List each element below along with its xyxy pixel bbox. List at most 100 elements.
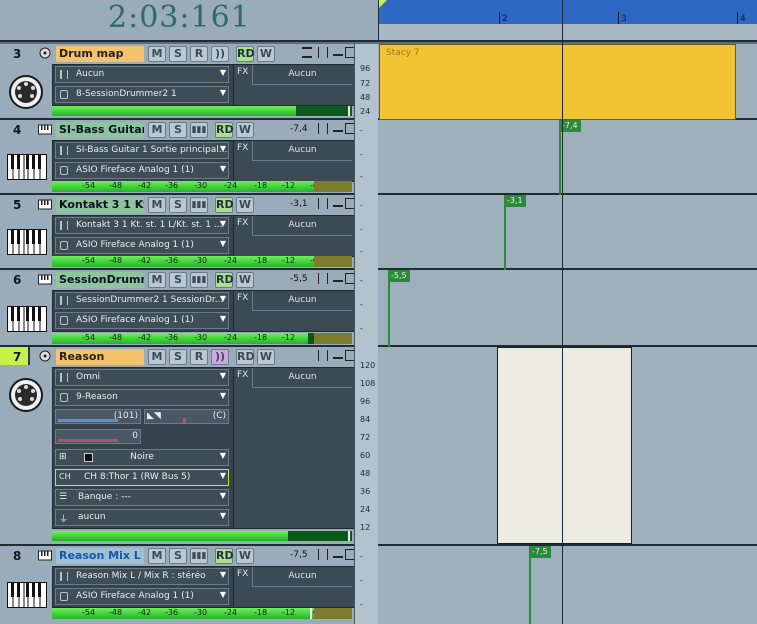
mute-button[interactable]: M (148, 122, 166, 138)
lane-track-5[interactable]: -3,1 (378, 195, 757, 270)
midi-clip[interactable] (497, 347, 632, 544)
lane-track-6[interactable]: -5,5 (378, 270, 757, 347)
volume-automation-line[interactable] (529, 558, 531, 624)
track-7[interactable]: 7 Reason M S R )) RD W Omni ▼ 9-Reason ▼ (… (0, 347, 378, 546)
volume-value[interactable]: -7,4 (290, 124, 308, 134)
monitor-icon[interactable]: )) (211, 349, 229, 365)
volume-tag[interactable]: -7,5 (529, 546, 551, 558)
input-select[interactable]: SI-Bass Guitar 1 Sortie principal... ▼ (55, 142, 229, 159)
solo-button[interactable]: S (169, 349, 187, 365)
output-select[interactable]: ASIO Fireface Analog 1 (1) ▼ (55, 588, 229, 605)
loop-region-bar[interactable] (379, 0, 757, 24)
expand-icon[interactable] (318, 273, 328, 284)
write-button[interactable]: W (236, 122, 254, 138)
velocity-slider[interactable]: 0 (55, 429, 141, 444)
patch-select[interactable]: ⏚ aucun ▼ (55, 509, 229, 526)
expand-icon[interactable] (318, 549, 328, 560)
mute-button[interactable]: M (148, 46, 166, 62)
track-name[interactable]: SI-Bass Guitar 1 (56, 122, 144, 138)
track-3[interactable]: 3 Drum map M S R )) RD W Aucun ▼ 8-Sessio… (0, 44, 378, 120)
solo-button[interactable]: S (169, 197, 187, 213)
input-select[interactable]: Aucun ▼ (55, 66, 229, 83)
waveform-icon[interactable]: ▮▮▮ (190, 122, 208, 138)
list-icon[interactable] (302, 47, 312, 58)
rd-button[interactable]: RD (215, 122, 234, 138)
track-5[interactable]: 5 Kontakt 3 1 Kt. M S ▮▮▮ RD W -3,1 Kont… (0, 195, 378, 270)
monitor-icon[interactable]: )) (211, 46, 229, 62)
lane-track-8[interactable]: -7,5 (378, 546, 757, 624)
rd-button[interactable]: RD (236, 46, 255, 62)
rd-button[interactable]: RD (215, 197, 234, 213)
minimize-icon[interactable] (333, 280, 343, 282)
volume-slider[interactable]: (101) (55, 409, 141, 424)
track-8[interactable]: 8 Reason Mix L / R M S ▮▮▮ RD W -7,5 Rea… (0, 546, 378, 624)
fx-box[interactable]: FX Aucun (233, 291, 354, 331)
lane-track-4[interactable]: -7,4 (378, 120, 757, 195)
loop-start-marker-icon[interactable] (379, 0, 387, 8)
expand-icon[interactable] (318, 198, 328, 209)
mute-button[interactable]: M (148, 272, 166, 288)
midi-clip[interactable]: Stacy 7 (379, 44, 736, 120)
lane-track-3[interactable]: Stacy 7 (378, 44, 757, 120)
volume-value[interactable]: -5,5 (290, 274, 308, 284)
waveform-icon[interactable]: ▮▮▮ (190, 272, 208, 288)
volume-value[interactable]: -7,5 (290, 550, 308, 560)
volume-automation-line[interactable] (388, 282, 390, 347)
rd-button[interactable]: RD (215, 272, 234, 288)
fx-box[interactable]: FX Aucun (233, 216, 354, 256)
write-button[interactable]: W (236, 272, 254, 288)
output-select[interactable]: ASIO Fireface Analog 1 (1) ▼ (55, 237, 229, 254)
fx-box[interactable]: FX Aucun (233, 141, 354, 181)
channel-select[interactable]: CH CH 8:Thor 1 (RW Bus 5) ▼ (55, 469, 229, 486)
minimize-icon[interactable] (333, 130, 343, 132)
bank-select[interactable]: ☰ Banque : --- ▼ (55, 489, 229, 506)
fx-box[interactable]: FX Aucun (233, 65, 354, 105)
input-select[interactable]: Omni ▼ (55, 369, 229, 386)
output-select[interactable]: ASIO Fireface Analog 1 (1) ▼ (55, 162, 229, 179)
write-button[interactable]: W (236, 197, 254, 213)
track-name[interactable]: Reason (56, 349, 144, 365)
track-name[interactable]: Kontakt 3 1 Kt. (56, 197, 144, 213)
expand-icon[interactable] (318, 350, 328, 361)
read-button[interactable]: R (190, 46, 208, 62)
track-4[interactable]: 4 SI-Bass Guitar 1 M S ▮▮▮ RD W -7,4 SI-… (0, 120, 378, 195)
output-select[interactable]: 9-Reason ▼ (55, 389, 229, 406)
volume-automation-line[interactable] (559, 132, 561, 195)
mute-button[interactable]: M (148, 349, 166, 365)
track-name[interactable]: Drum map (56, 46, 144, 62)
lane-track-7[interactable] (378, 347, 757, 546)
fx-box[interactable]: FX Aucun (233, 368, 354, 528)
solo-button[interactable]: S (169, 46, 187, 62)
track-6[interactable]: 6 SessionDrummer M S ▮▮▮ RD W -5,5 Sessi… (0, 270, 378, 347)
solo-button[interactable]: S (169, 548, 187, 564)
solo-button[interactable]: S (169, 122, 187, 138)
rd-button[interactable]: RD (236, 349, 255, 365)
track-name[interactable]: Reason Mix L / R (56, 548, 144, 564)
timeline-ruler[interactable]: 2 3 4 (378, 0, 757, 42)
minimize-icon[interactable] (333, 556, 343, 558)
expand-icon[interactable] (318, 123, 328, 134)
input-select[interactable]: Reason Mix L / Mix R : stéréo ▼ (55, 568, 229, 585)
fx-box[interactable]: FX Aucun (233, 567, 354, 607)
volume-tag[interactable]: -3,1 (504, 195, 526, 207)
key-select[interactable]: ⊞ Noire ▼ (55, 449, 229, 466)
input-select[interactable]: Kontakt 3 1 Kt. st. 1 L/Kt. st. 1 ... ▼ (55, 217, 229, 234)
input-select[interactable]: SessionDrummer2 1 SessionDr... ▼ (55, 292, 229, 309)
mute-button[interactable]: M (148, 548, 166, 564)
solo-button[interactable]: S (169, 272, 187, 288)
expand-icon[interactable] (318, 47, 328, 58)
playhead-line[interactable] (562, 0, 563, 624)
waveform-icon[interactable]: ▮▮▮ (190, 197, 208, 213)
minimize-icon[interactable] (333, 54, 343, 56)
mute-button[interactable]: M (148, 197, 166, 213)
output-select[interactable]: 8-SessionDrummer2 1 ▼ (55, 86, 229, 103)
write-button[interactable]: W (257, 349, 275, 365)
volume-value[interactable]: -3,1 (290, 199, 308, 209)
write-button[interactable]: W (257, 46, 275, 62)
read-button[interactable]: R (190, 349, 208, 365)
output-select[interactable]: ASIO Fireface Analog 1 (1) ▼ (55, 312, 229, 329)
volume-automation-line[interactable] (504, 207, 506, 270)
volume-tag[interactable]: -5,5 (388, 270, 410, 282)
write-button[interactable]: W (236, 548, 254, 564)
waveform-icon[interactable]: ▮▮▮ (190, 548, 208, 564)
